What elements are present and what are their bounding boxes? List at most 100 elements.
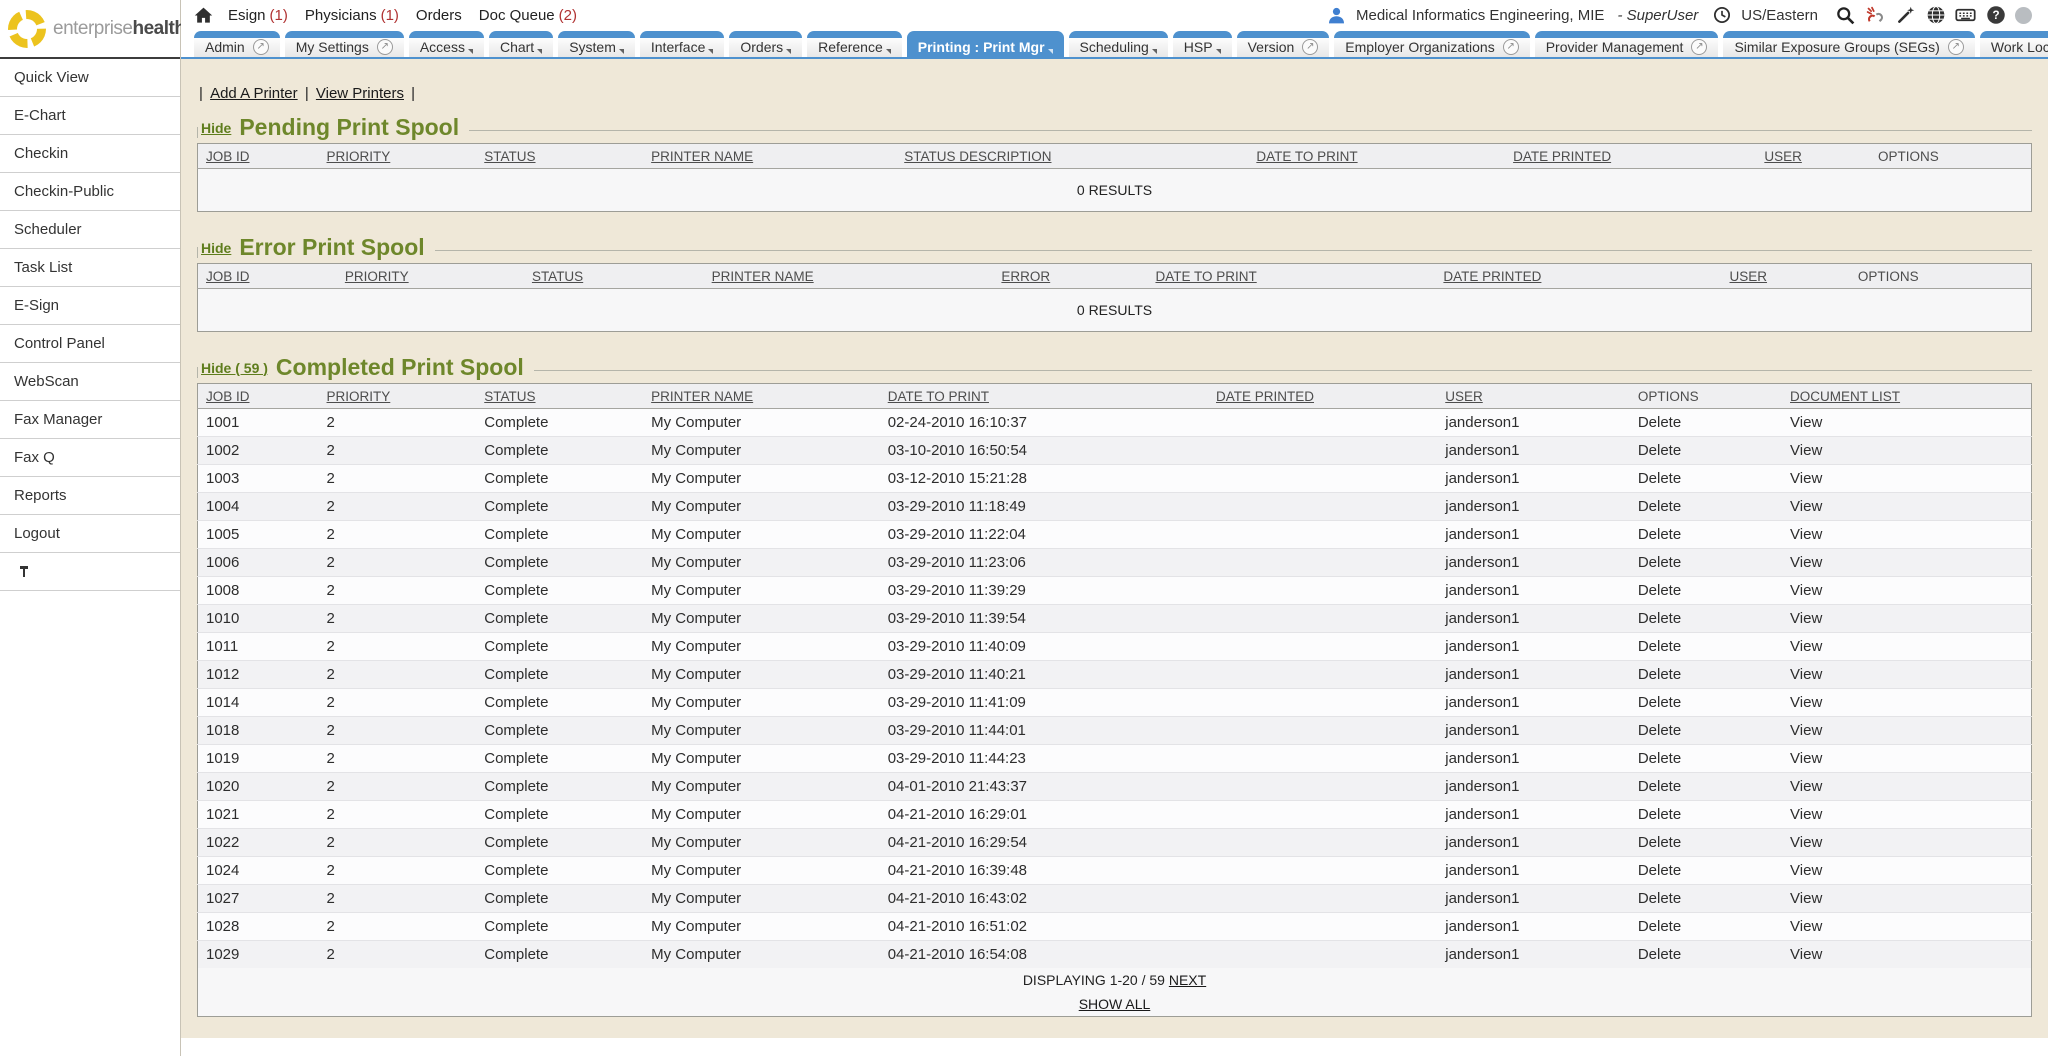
view-link[interactable]: View [1790, 638, 1822, 655]
column-priority[interactable]: PRIORITY [319, 384, 477, 409]
delete-link[interactable]: Delete [1638, 414, 1681, 431]
delete-link[interactable]: Delete [1638, 526, 1681, 543]
column-user[interactable]: USER [1722, 264, 1850, 289]
column-label[interactable]: DATE TO PRINT [1256, 149, 1357, 164]
column-label[interactable]: PRINTER NAME [712, 269, 814, 284]
tab-similar-exposure-groups-segs[interactable]: Similar Exposure Groups (SEGs)↗ [1723, 31, 1974, 57]
hide-pending-link[interactable]: Hide [201, 120, 231, 136]
delete-link[interactable]: Delete [1638, 918, 1681, 935]
column-label[interactable]: DATE TO PRINT [1155, 269, 1256, 284]
sidebar-item-fax-manager[interactable]: Fax Manager [0, 401, 180, 439]
tab-employer-organizations[interactable]: Employer Organizations↗ [1334, 31, 1529, 57]
column-error[interactable]: ERROR [993, 264, 1147, 289]
home-icon[interactable] [193, 5, 214, 26]
column-status[interactable]: STATUS [524, 264, 704, 289]
sidebar-item-control-panel[interactable]: Control Panel [0, 325, 180, 363]
view-printers-link[interactable]: View Printers [316, 85, 404, 102]
column-label[interactable]: DATE PRINTED [1513, 149, 1611, 164]
column-label[interactable]: JOB ID [206, 389, 250, 404]
column-date-printed[interactable]: DATE PRINTED [1505, 144, 1756, 169]
delete-link[interactable]: Delete [1638, 778, 1681, 795]
delete-link[interactable]: Delete [1638, 498, 1681, 515]
tab-access[interactable]: Access [409, 31, 484, 57]
sidebar-item-checkin-public[interactable]: Checkin-Public [0, 173, 180, 211]
column-label[interactable]: STATUS [484, 389, 535, 404]
column-status[interactable]: STATUS [476, 144, 643, 169]
column-date-printed[interactable]: DATE PRINTED [1435, 264, 1721, 289]
column-printer-name[interactable]: PRINTER NAME [643, 144, 896, 169]
column-label[interactable]: USER [1730, 269, 1768, 284]
column-label[interactable]: JOB ID [206, 149, 250, 164]
column-job-id[interactable]: JOB ID [198, 264, 337, 289]
view-link[interactable]: View [1790, 918, 1822, 935]
globe-icon[interactable] [1925, 5, 1946, 26]
tab-chart[interactable]: Chart [489, 31, 553, 57]
nav-doc-queue[interactable]: Doc Queue(2) [479, 7, 577, 24]
column-label[interactable]: JOB ID [206, 269, 250, 284]
wand-icon[interactable] [1895, 5, 1916, 26]
column-label[interactable]: ERROR [1001, 269, 1050, 284]
column-label[interactable]: PRIORITY [345, 269, 409, 284]
next-page-link[interactable]: NEXT [1169, 972, 1206, 988]
view-link[interactable]: View [1790, 694, 1822, 711]
nav-orders[interactable]: Orders [416, 7, 462, 24]
column-label[interactable]: DATE PRINTED [1443, 269, 1541, 284]
delete-link[interactable]: Delete [1638, 554, 1681, 571]
delete-link[interactable]: Delete [1638, 666, 1681, 683]
sidebar-item-checkin[interactable]: Checkin [0, 135, 180, 173]
sidebar-item-fax-q[interactable]: Fax Q [0, 439, 180, 477]
tab-orders[interactable]: Orders [729, 31, 802, 57]
column-job-id[interactable]: JOB ID [198, 144, 319, 169]
tab-my-settings[interactable]: My Settings↗ [285, 31, 404, 57]
sidebar-pin-row[interactable] [0, 553, 180, 591]
column-date-printed[interactable]: DATE PRINTED [1208, 384, 1437, 409]
column-document-list[interactable]: DOCUMENT LIST [1782, 384, 2031, 409]
column-user[interactable]: USER [1437, 384, 1630, 409]
column-label[interactable]: DATE TO PRINT [888, 389, 989, 404]
column-priority[interactable]: PRIORITY [319, 144, 477, 169]
delete-link[interactable]: Delete [1638, 834, 1681, 851]
view-link[interactable]: View [1790, 722, 1822, 739]
delete-link[interactable]: Delete [1638, 890, 1681, 907]
column-label[interactable]: STATUS DESCRIPTION [904, 149, 1051, 164]
column-label[interactable]: PRINTER NAME [651, 149, 753, 164]
clock-icon[interactable] [1711, 5, 1732, 26]
hide-completed-link[interactable]: Hide ( 59 ) [201, 360, 268, 376]
column-priority[interactable]: PRIORITY [337, 264, 524, 289]
sidebar-item-reports[interactable]: Reports [0, 477, 180, 515]
tab-admin[interactable]: Admin↗ [194, 31, 280, 57]
column-label[interactable]: PRIORITY [327, 149, 391, 164]
tab-printing-print-mgr[interactable]: Printing : Print Mgr [907, 31, 1064, 57]
column-printer-name[interactable]: PRINTER NAME [643, 384, 880, 409]
column-status[interactable]: STATUS [476, 384, 643, 409]
column-printer-name[interactable]: PRINTER NAME [704, 264, 994, 289]
nav-physicians[interactable]: Physicians(1) [305, 7, 399, 24]
view-link[interactable]: View [1790, 582, 1822, 599]
column-label[interactable]: STATUS [484, 149, 535, 164]
hide-error-link[interactable]: Hide [201, 240, 231, 256]
column-label[interactable]: USER [1764, 149, 1802, 164]
show-all-link[interactable]: SHOW ALL [1079, 996, 1151, 1012]
column-label[interactable]: DOCUMENT LIST [1790, 389, 1900, 404]
column-status-description[interactable]: STATUS DESCRIPTION [896, 144, 1248, 169]
view-link[interactable]: View [1790, 526, 1822, 543]
column-date-to-print[interactable]: DATE TO PRINT [880, 384, 1208, 409]
delete-link[interactable]: Delete [1638, 722, 1681, 739]
column-label[interactable]: PRIORITY [327, 389, 391, 404]
view-link[interactable]: View [1790, 778, 1822, 795]
view-link[interactable]: View [1790, 610, 1822, 627]
delete-link[interactable]: Delete [1638, 470, 1681, 487]
view-link[interactable]: View [1790, 834, 1822, 851]
view-link[interactable]: View [1790, 414, 1822, 431]
sidebar-item-e-sign[interactable]: E-Sign [0, 287, 180, 325]
delete-link[interactable]: Delete [1638, 946, 1681, 963]
view-link[interactable]: View [1790, 666, 1822, 683]
tab-system[interactable]: System [558, 31, 635, 57]
column-label[interactable]: USER [1445, 389, 1483, 404]
unlink-icon[interactable] [1865, 5, 1886, 26]
delete-link[interactable]: Delete [1638, 862, 1681, 879]
delete-link[interactable]: Delete [1638, 750, 1681, 767]
sidebar-item-scheduler[interactable]: Scheduler [0, 211, 180, 249]
delete-link[interactable]: Delete [1638, 582, 1681, 599]
view-link[interactable]: View [1790, 470, 1822, 487]
